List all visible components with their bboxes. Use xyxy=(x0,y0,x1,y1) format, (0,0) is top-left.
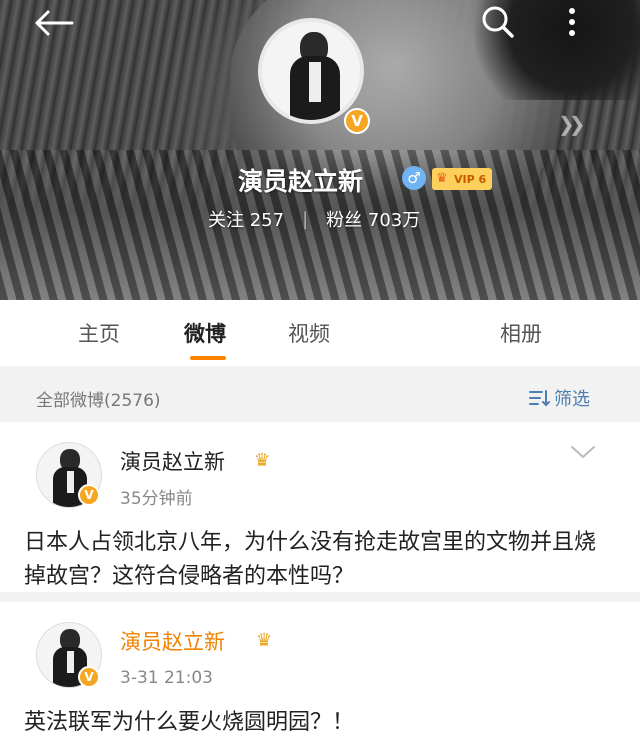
post-time: 35分钟前 xyxy=(120,489,193,509)
post-text: 日本人占领北京八年，为什么没有抢走故宫里的文物并且烧掉故宫？这符合侵略者的本性吗… xyxy=(24,530,597,589)
v-badge-icon: V xyxy=(344,108,370,134)
following-count: 257 xyxy=(249,210,285,231)
profile-cover: ❯❯ V 演员赵立新 ♂ ♛ VIP 6 关注 257 | 粉丝 703万 xyxy=(0,0,640,300)
following-link[interactable]: 关注 257 xyxy=(208,206,284,232)
tab-video[interactable]: 视频 xyxy=(288,318,330,348)
v-badge-icon: V xyxy=(78,666,100,688)
followers-count: 703万 xyxy=(367,210,421,231)
double-chevron-icon: ❯❯ xyxy=(558,112,585,136)
post-author[interactable]: 演员赵立新 xyxy=(120,446,225,476)
tab-weibo[interactable]: 微博 xyxy=(184,318,226,348)
follow-stats: 关注 257 | 粉丝 703万 xyxy=(208,206,420,232)
more-button[interactable] xyxy=(560,4,584,40)
avatar-image xyxy=(258,18,364,124)
followers-link[interactable]: 粉丝 703万 xyxy=(326,206,420,232)
following-label: 关注 xyxy=(208,210,244,231)
filter-bar: 全部微博(2576) 筛选 xyxy=(0,366,640,422)
post-count-label: 全部微博(2576) xyxy=(36,391,161,411)
crown-icon: ♛ xyxy=(436,171,448,186)
filter-button[interactable]: 筛选 xyxy=(528,385,590,411)
vip-badge[interactable]: ♛ VIP 6 xyxy=(432,168,493,190)
search-button[interactable] xyxy=(478,2,518,42)
tab-home[interactable]: 主页 xyxy=(78,318,120,348)
tab-album[interactable]: 相册 xyxy=(500,318,542,348)
post-text: 英法联军为什么要火烧圆明园？！ xyxy=(24,710,355,735)
profile-avatar[interactable]: V xyxy=(258,18,374,134)
post-card[interactable]: V 演员赵立新 ♛ 35分钟前 日本人占领北京八年，为什么没有抢走故宫里的文物并… xyxy=(0,422,640,592)
profile-name: 演员赵立新 xyxy=(238,167,364,196)
filter-label: 筛选 xyxy=(554,389,590,410)
arrow-left-icon xyxy=(35,10,74,36)
more-vertical-icon xyxy=(569,8,575,36)
profile-tabs: 主页 微博 视频 相册 xyxy=(0,300,640,366)
filter-icon xyxy=(529,390,550,407)
chevron-down-icon[interactable] xyxy=(570,444,596,460)
vip-label: VIP 6 xyxy=(454,172,487,186)
active-tab-indicator xyxy=(190,356,226,360)
v-badge-icon: V xyxy=(78,484,100,506)
crown-icon: ♛ xyxy=(256,630,273,651)
post-author[interactable]: 演员赵立新 xyxy=(120,626,225,656)
back-button[interactable] xyxy=(32,8,76,38)
male-icon: ♂ xyxy=(402,166,426,190)
stats-divider: | xyxy=(302,208,309,230)
followers-label: 粉丝 xyxy=(326,210,363,231)
post-card[interactable]: V 演员赵立新 ♛ 3-31 21:03 英法联军为什么要火烧圆明园？！ xyxy=(0,602,640,745)
search-icon xyxy=(482,6,514,38)
post-time: 3-31 21:03 xyxy=(120,668,213,688)
post-divider xyxy=(0,592,640,602)
crown-icon: ♛ xyxy=(254,450,271,471)
